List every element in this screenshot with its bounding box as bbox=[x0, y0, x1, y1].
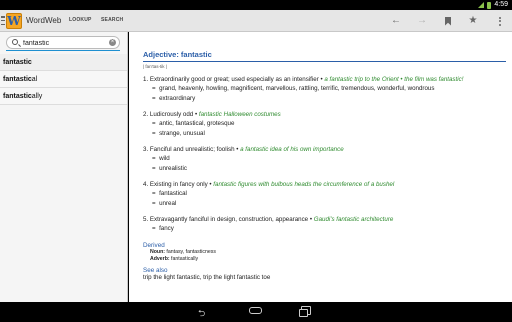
sense-definition: Existing in fancy only bbox=[149, 181, 208, 188]
sense-5: 5. Extravagantly fanciful in design, con… bbox=[143, 216, 512, 234]
sense-1: 1. Extraordinarily good or great; used e… bbox=[143, 76, 512, 104]
similar-words: = extraordinary bbox=[143, 94, 512, 104]
equals-symbol: = bbox=[152, 155, 156, 162]
similar-list[interactable]: strange, unusual bbox=[159, 130, 205, 137]
equals-symbol: = bbox=[152, 120, 156, 127]
similar-list[interactable]: wild bbox=[159, 155, 170, 162]
sense-example: fantastic Halloween costumes bbox=[198, 111, 281, 118]
equals-symbol: = bbox=[152, 225, 156, 232]
status-icons: 4:59 bbox=[478, 1, 508, 9]
similar-words: = unrealistic bbox=[143, 164, 512, 174]
sense-number: 1. bbox=[143, 76, 149, 83]
see-also-heading: See also bbox=[143, 267, 168, 274]
sense-example: a fantastic idea of his own importance bbox=[240, 146, 344, 153]
equals-symbol: = bbox=[152, 95, 156, 102]
bookmark-icon bbox=[445, 16, 451, 26]
clear-search-icon[interactable]: × bbox=[109, 39, 116, 46]
part-of-speech-heading: Adjective: fantastic bbox=[143, 50, 212, 59]
derived-heading: Derived bbox=[143, 242, 165, 249]
overflow-menu-button[interactable] bbox=[494, 15, 506, 27]
arrow-left-icon: ← bbox=[391, 15, 401, 26]
derived-words[interactable]: fantastically bbox=[170, 256, 198, 262]
sense-example: Gaudi's fantastic architecture bbox=[313, 216, 394, 223]
equals-symbol: = bbox=[152, 200, 156, 207]
pronunciation[interactable]: | fan'tas-tik | bbox=[143, 64, 512, 69]
derived-pos: Noun: bbox=[150, 249, 165, 255]
result-item[interactable]: fantastically bbox=[0, 88, 127, 105]
result-item[interactable]: fantastical bbox=[0, 71, 127, 88]
sense-example: a fantastic trip to the Orient • the fil… bbox=[324, 76, 464, 83]
equals-symbol: = bbox=[152, 85, 156, 92]
result-match: fantastic bbox=[3, 59, 32, 66]
system-nav-bar: ⮌ bbox=[0, 302, 512, 320]
sense-4: 4. Existing in fancy only • fantastic fi… bbox=[143, 181, 512, 209]
nav-recents-icon[interactable] bbox=[299, 306, 311, 317]
similar-words: = grand, heavenly, howling, magnificent,… bbox=[143, 84, 512, 94]
similar-list[interactable]: fantastical bbox=[159, 190, 187, 197]
back-button[interactable]: ← bbox=[390, 15, 402, 27]
search-box[interactable]: × bbox=[6, 36, 120, 49]
heading-divider bbox=[143, 61, 506, 62]
derived-pos: Adverb: bbox=[150, 256, 170, 262]
equals-symbol: = bbox=[152, 130, 156, 137]
sidebar: × fantastic fantastical fantastically bbox=[0, 32, 128, 302]
sense-definition: Fanciful and unrealistic; foolish bbox=[149, 146, 235, 153]
search-input[interactable] bbox=[23, 38, 107, 48]
search-underline bbox=[6, 50, 120, 51]
result-match: fantastic bbox=[3, 93, 32, 100]
tab-lookup[interactable]: LOOKUP bbox=[69, 17, 92, 23]
similar-list[interactable]: antic, fantastical, grotesque bbox=[159, 120, 234, 127]
arrow-right-icon: → bbox=[417, 15, 427, 26]
nav-home-icon[interactable] bbox=[249, 307, 262, 314]
favorite-button[interactable]: ★ bbox=[467, 15, 479, 27]
sense-definition: Ludicrously odd bbox=[149, 111, 194, 118]
similar-list[interactable]: extraordinary bbox=[159, 95, 195, 102]
app-title: WordWeb bbox=[26, 16, 62, 25]
result-list: fantastic fantastical fantastically bbox=[0, 54, 127, 105]
action-bar: W WordWeb LOOKUP SEARCH ← → ★ bbox=[0, 10, 512, 41]
similar-words: = unreal bbox=[143, 199, 512, 209]
equals-symbol: = bbox=[152, 165, 156, 172]
more-vertical-icon bbox=[499, 16, 501, 26]
definition-panel: Adjective: fantastic | fan'tas-tik | 1. … bbox=[129, 32, 512, 302]
status-bar: 4:59 bbox=[0, 0, 512, 10]
bookmark-button[interactable] bbox=[442, 15, 454, 27]
drawer-menu-icon[interactable] bbox=[1, 16, 5, 25]
sense-definition: Extravagantly fanciful in design, constr… bbox=[149, 216, 309, 223]
equals-symbol: = bbox=[152, 190, 156, 197]
similar-words: = fantastical bbox=[143, 189, 512, 199]
sense-example: fantastic figures with bulbous heads the… bbox=[213, 181, 395, 188]
derived-words[interactable]: fantasy, fantasticness bbox=[165, 249, 216, 255]
sense-number: 5. bbox=[143, 216, 149, 223]
star-icon: ★ bbox=[468, 15, 478, 26]
sense-number: 3. bbox=[143, 146, 149, 153]
similar-words: = wild bbox=[143, 154, 512, 164]
status-time: 4:59 bbox=[494, 1, 508, 8]
similar-words: = fancy bbox=[143, 224, 512, 234]
similar-list[interactable]: unreal bbox=[159, 200, 176, 207]
sense-definition: Extraordinarily good or great; used espe… bbox=[149, 76, 319, 83]
derived-noun: Noun: fantasy, fantasticness bbox=[143, 249, 512, 256]
similar-list[interactable]: unrealistic bbox=[159, 165, 187, 172]
result-item[interactable]: fantastic bbox=[0, 54, 127, 71]
see-also-links[interactable]: trip the light fantastic, trip the light… bbox=[143, 274, 512, 282]
similar-words: = antic, fantastical, grotesque bbox=[143, 119, 512, 129]
sense-3: 3. Fanciful and unrealistic; foolish • a… bbox=[143, 146, 512, 174]
result-rest: al bbox=[31, 76, 38, 83]
similar-list[interactable]: grand, heavenly, howling, magnificent, m… bbox=[159, 85, 434, 92]
sense-number: 4. bbox=[143, 181, 149, 188]
forward-button[interactable]: → bbox=[416, 15, 428, 27]
sense-number: 2. bbox=[143, 111, 149, 118]
derived-adverb: Adverb: fantastically bbox=[143, 256, 512, 263]
battery-icon bbox=[487, 1, 492, 9]
result-rest: ally bbox=[31, 93, 43, 100]
signal-icon bbox=[478, 2, 485, 8]
tab-search[interactable]: SEARCH bbox=[101, 17, 123, 23]
app-logo-icon[interactable]: W bbox=[6, 13, 22, 29]
result-match: fantastic bbox=[3, 76, 32, 83]
similar-list[interactable]: fancy bbox=[159, 225, 174, 232]
search-icon bbox=[12, 39, 18, 45]
sense-2: 2. Ludicrously odd • fantastic Halloween… bbox=[143, 111, 512, 139]
similar-words: = strange, unusual bbox=[143, 129, 512, 139]
